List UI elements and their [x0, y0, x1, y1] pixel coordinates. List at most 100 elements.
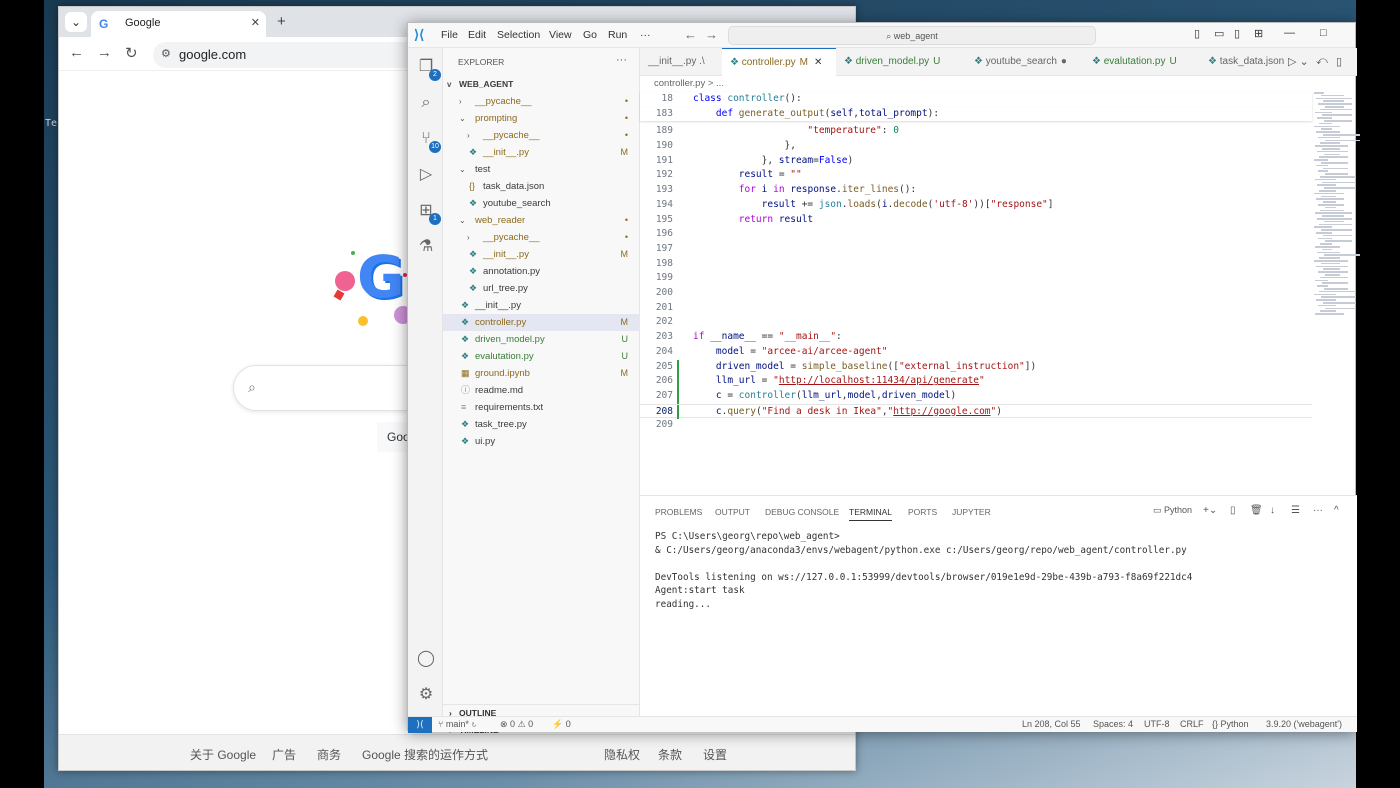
file-item[interactable]: {} task_data.json [443, 178, 640, 195]
file-item[interactable]: ❖ __init__.py [443, 297, 640, 314]
panel-more-icon[interactable]: ··· [1313, 505, 1323, 516]
code-line[interactable]: 183 def generate_output(self,total_promp… [640, 106, 1312, 122]
code-line[interactable]: 194 result += json.loads(i.decode('utf-8… [640, 198, 1312, 213]
google-search-box[interactable]: ⌕ [233, 365, 433, 411]
code-line[interactable]: 190 }, [640, 139, 1312, 154]
folder-item[interactable]: › __pycache__ • [443, 229, 640, 246]
panel-tab-problems[interactable]: PROBLEMS [655, 507, 702, 517]
file-item[interactable]: ❖ annotation.py [443, 263, 640, 280]
reload-icon[interactable]: ↻ [125, 44, 138, 62]
split-terminal-icon[interactable]: ▯ [1230, 505, 1236, 516]
terminal-list-icon[interactable]: ☰ [1291, 505, 1300, 516]
editor-tab[interactable]: ❖ evalutation.py U [1084, 48, 1200, 76]
back-icon[interactable]: ← [69, 44, 84, 61]
menu-view[interactable]: View [549, 29, 572, 41]
panel-tab-ports[interactable]: PORTS [908, 507, 937, 517]
run-file-icon[interactable]: ▷ ⌄ [1288, 55, 1309, 68]
code-line[interactable]: 200 [640, 286, 1312, 301]
code-line[interactable]: 206 llm_url = "http://localhost:11434/ap… [640, 374, 1312, 389]
site-info-icon[interactable]: ⚙ [161, 47, 171, 60]
explorer-more-icon[interactable]: ··· [616, 54, 627, 66]
file-item[interactable]: ❖ ui.py [443, 433, 640, 450]
problems-indicator[interactable]: ⊗ 0 ⚠ 0 [500, 717, 533, 732]
file-item[interactable]: ❖ controller.py M [443, 314, 640, 331]
footer-business-link[interactable]: 商务 [317, 746, 341, 763]
code-line[interactable]: 191 }, stream=False) [640, 154, 1312, 169]
folder-item[interactable]: ⌄ prompting • [443, 110, 640, 127]
file-item[interactable]: ≡ requirements.txt [443, 399, 640, 416]
new-tab-button[interactable]: + [277, 13, 286, 30]
code-line[interactable]: 209 [640, 418, 1312, 433]
customize-layout-icon[interactable]: ⊞ [1254, 27, 1263, 40]
code-line[interactable]: 201 [640, 301, 1312, 316]
toggle-panel-icon[interactable]: ▭ [1214, 27, 1224, 40]
file-item[interactable]: ❖ driven_model.py U [443, 331, 640, 348]
code-line[interactable]: 202 [640, 315, 1312, 330]
folder-item[interactable]: ⌄ test [443, 161, 640, 178]
maximize-panel-icon[interactable]: ^ [1334, 505, 1339, 516]
file-item[interactable]: ⓘ readme.md [443, 382, 640, 399]
code-line[interactable]: 195 return result [640, 213, 1312, 228]
menu-file[interactable]: File [441, 29, 458, 41]
file-item[interactable]: ❖ evalutation.py U [443, 348, 640, 365]
testing-icon[interactable]: ⚗ [415, 236, 437, 258]
footer-ads-link[interactable]: 广告 [272, 746, 296, 763]
editor-tab[interactable]: ❖ youtube_search ● [966, 48, 1084, 76]
folder-item[interactable]: › __pycache__ • [443, 93, 640, 110]
code-line[interactable]: 208 c.query("Find a desk in Ikea","http:… [640, 403, 1312, 420]
code-editor[interactable]: 18 class controller(): 183 def generate_ou… [640, 92, 1312, 492]
panel-tab-output[interactable]: OUTPUT [715, 507, 750, 517]
footer-about-link[interactable]: 关于 Google [190, 746, 256, 763]
nav-back-icon[interactable]: ← [684, 27, 697, 42]
editor-tab[interactable]: __init__.py .\ [640, 48, 722, 76]
code-line[interactable]: 193 for i in response.iter_lines(): [640, 183, 1312, 198]
git-branch[interactable]: ⑂ main* ↻ [438, 717, 477, 732]
indentation[interactable]: Spaces: 4 [1093, 717, 1133, 732]
settings-gear-icon[interactable]: ⚙ [415, 684, 437, 706]
forward-icon[interactable]: → [97, 44, 112, 61]
close-tab-icon[interactable]: ✕ [814, 57, 822, 68]
code-line[interactable]: 205 driven_model = simple_baseline(["ext… [640, 359, 1312, 375]
footer-privacy-link[interactable]: 隐私权 [604, 746, 640, 763]
maximize-window-icon[interactable]: □ [1320, 27, 1327, 39]
menu-more[interactable]: ··· [640, 29, 651, 41]
new-terminal-icon[interactable]: +⌄ [1203, 505, 1217, 516]
python-interpreter[interactable]: 3.9.20 ('webagent') [1266, 717, 1342, 732]
search-icon[interactable]: ⌕ [415, 92, 437, 114]
close-tab-icon[interactable]: ✕ [251, 16, 260, 29]
folder-item[interactable]: › __pycache__ • [443, 127, 640, 144]
menu-edit[interactable]: Edit [468, 29, 486, 41]
file-item[interactable]: ❖ task_tree.py [443, 416, 640, 433]
file-item[interactable]: ❖ __init__.py M [443, 246, 640, 263]
code-line[interactable]: 203 if __name__ == "__main__": [640, 330, 1312, 345]
code-line[interactable]: 207 c = controller(llm_url,model,driven_… [640, 388, 1312, 404]
file-item[interactable]: ❖ url_tree.py [443, 280, 640, 297]
workspace-root[interactable]: v WEB_AGENT [443, 76, 640, 93]
code-line[interactable]: 198 [640, 257, 1312, 272]
chrome-tab-google[interactable]: G Google ✕ [91, 11, 266, 37]
panel-tab-jupyter[interactable]: JUPYTER [952, 507, 991, 517]
panel-tab-debug-console[interactable]: DEBUG CONSOLE [765, 507, 839, 517]
tab-search-button[interactable]: ⌄ [65, 12, 87, 32]
file-item[interactable]: ❖ __init__.py M [443, 144, 640, 161]
file-item[interactable]: ▦ ground.ipynb M [443, 365, 640, 382]
split-editor-icon[interactable]: ▯ [1336, 55, 1342, 68]
file-item[interactable]: ❖ youtube_search [443, 195, 640, 212]
breadcrumb[interactable]: controller.py > ... [640, 76, 1357, 91]
footer-settings-link[interactable]: 设置 [703, 746, 727, 763]
code-line[interactable]: 189 "temperature": 0 [640, 124, 1312, 139]
menu-run[interactable]: Run [608, 29, 627, 41]
open-changes-icon[interactable]: ⤺ [1316, 55, 1328, 68]
editor-tab[interactable]: ❖ controller.py M ✕ [722, 48, 836, 76]
toggle-secondary-sidebar-icon[interactable]: ▯ [1234, 27, 1240, 40]
source-control-icon[interactable]: ⑂ 10 [415, 128, 441, 153]
code-line[interactable]: 197 [640, 242, 1312, 257]
explorer-icon[interactable]: ❐ 2 [415, 56, 441, 81]
minimize-window-icon[interactable]: — [1284, 27, 1295, 39]
code-line[interactable]: 204 model = "arcee-ai/arcee-agent" [640, 345, 1312, 360]
footer-terms-link[interactable]: 条款 [658, 746, 682, 763]
toggle-sidebar-icon[interactable]: ▯ [1194, 27, 1200, 40]
code-line[interactable]: 196 [640, 227, 1312, 242]
line-ending[interactable]: CRLF [1180, 717, 1204, 732]
cursor-position[interactable]: Ln 208, Col 55 [1022, 717, 1081, 732]
